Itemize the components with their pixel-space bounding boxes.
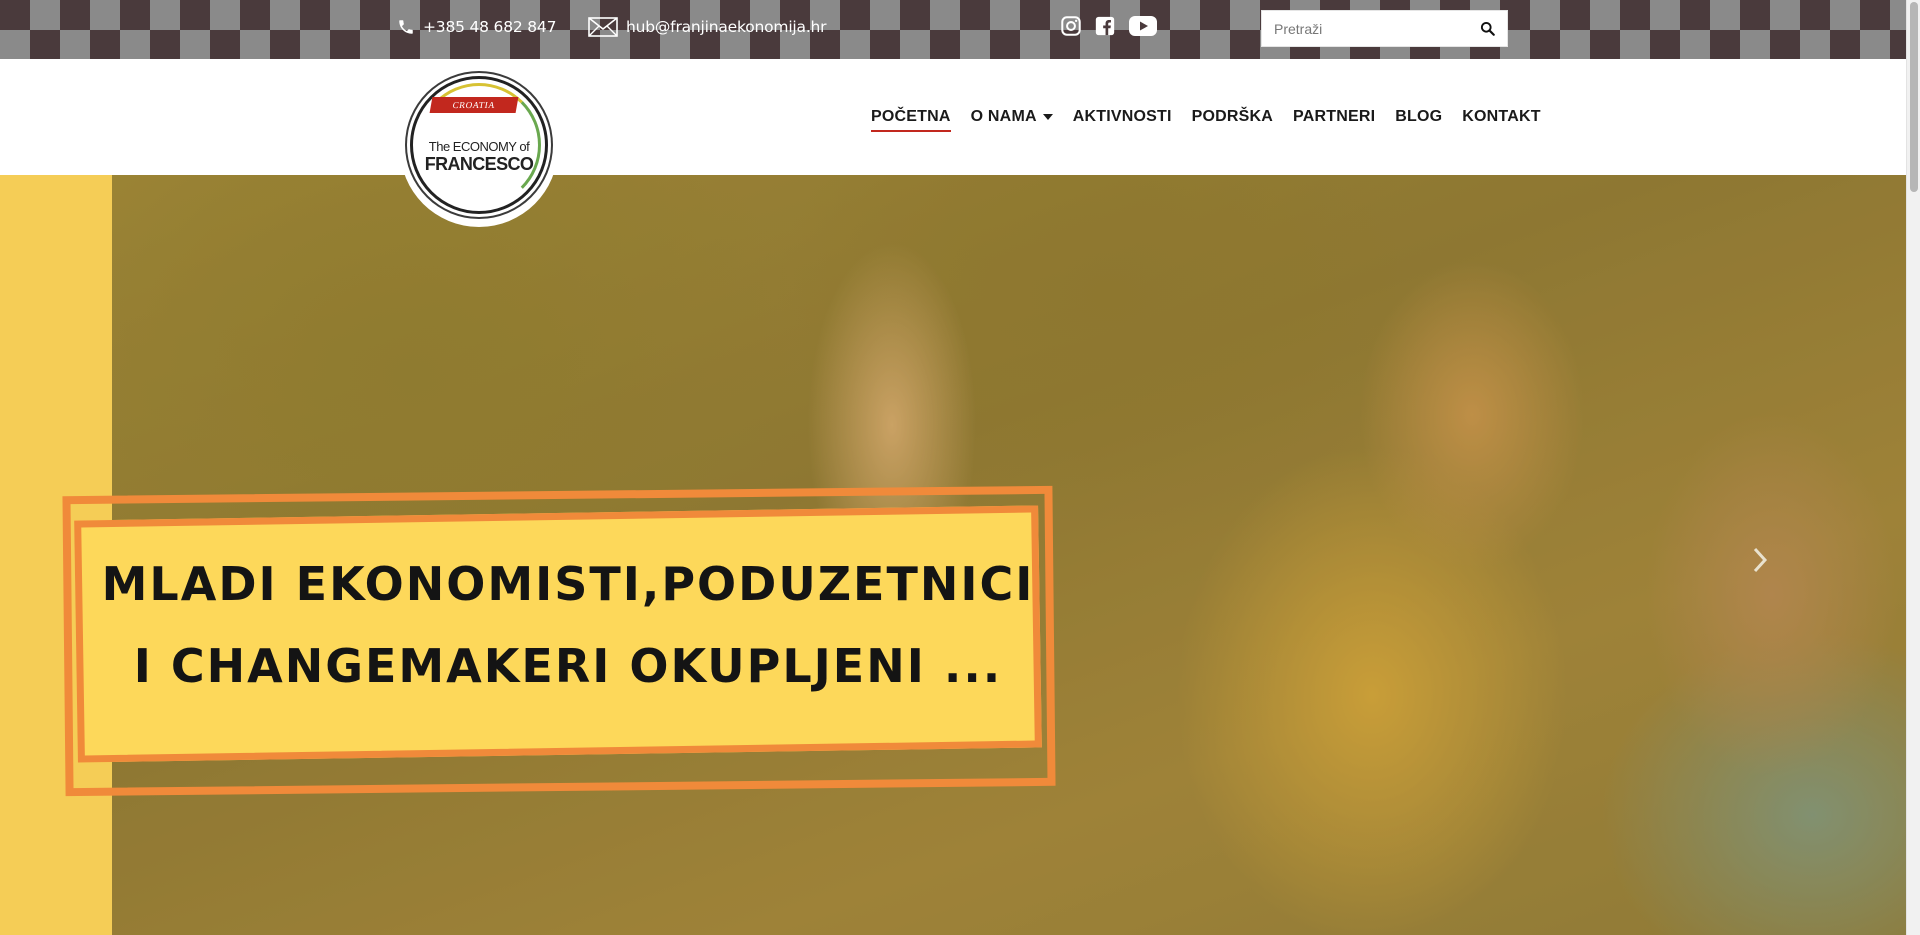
nav-item-o-nama[interactable]: O NAMA <box>961 108 1063 126</box>
nav-item-kontakt[interactable]: KONTAKT <box>1452 108 1550 126</box>
caption-text: MLADI EKONOMISTI,PODUZETNICI I CHANGEMAK… <box>101 557 1035 693</box>
email-address: hub@franjinaekonomija.hr <box>626 18 827 36</box>
email-contact[interactable]: hub@franjinaekonomija.hr <box>588 17 827 37</box>
search-icon[interactable] <box>1480 21 1495 36</box>
scrollbar-thumb[interactable] <box>1910 2 1918 192</box>
nav-menu: POČETNA O NAMA AKTIVNOSTI PODRŠKA PARTNE… <box>861 108 1551 132</box>
page-scrollbar[interactable] <box>1906 0 1920 935</box>
facebook-icon[interactable] <box>1094 15 1116 37</box>
logo-banner: CROATIA <box>429 97 519 113</box>
economy-of-francesco-logo: CROATIA The ECONOMY of FRANCESCO <box>410 76 548 214</box>
search-box <box>1261 10 1508 47</box>
hero-caption: MLADI EKONOMISTI,PODUZETNICI I CHANGEMAK… <box>58 483 1060 803</box>
nav-item-pocetna[interactable]: POČETNA <box>861 108 961 132</box>
search-input[interactable] <box>1274 20 1480 37</box>
phone-number: +385 48 682 847 <box>423 18 557 36</box>
phone-contact[interactable]: +385 48 682 847 <box>397 17 556 37</box>
social-links <box>1060 15 1158 37</box>
nav-item-partneri[interactable]: PARTNERI <box>1283 108 1385 126</box>
caret-down-icon <box>1042 114 1053 120</box>
phone-icon <box>397 17 415 37</box>
nav-item-label: O NAMA <box>970 108 1037 125</box>
youtube-icon[interactable] <box>1128 15 1158 37</box>
hero-carousel: MLADI EKONOMISTI,PODUZETNICI I CHANGEMAK… <box>0 175 1906 935</box>
envelope-icon <box>588 17 618 37</box>
nav-item-aktivnosti[interactable]: AKTIVNOSTI <box>1063 108 1182 126</box>
top-bar: +385 48 682 847 hub@franjinaekonomija.hr <box>0 0 1906 59</box>
nav-item-podrska[interactable]: PODRŠKA <box>1182 108 1283 126</box>
nav-item-blog[interactable]: BLOG <box>1385 108 1452 126</box>
instagram-icon[interactable] <box>1060 15 1082 37</box>
logo-link[interactable]: CROATIA The ECONOMY of FRANCESCO <box>400 59 558 227</box>
carousel-next-icon[interactable] <box>1752 547 1768 577</box>
